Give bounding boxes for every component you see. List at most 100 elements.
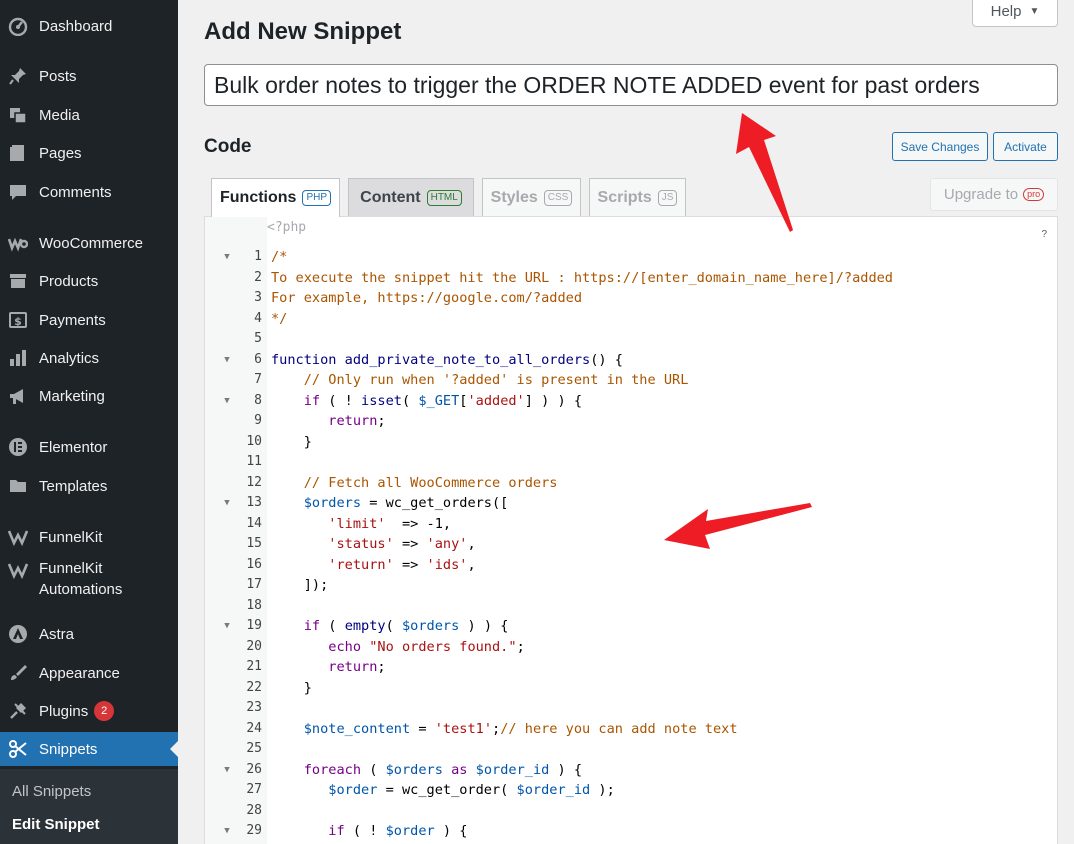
sidebar-item-templates[interactable]: Templates [0, 469, 178, 503]
save-changes-button[interactable]: Save Changes [892, 132, 988, 161]
sidebar-item-plugins[interactable]: Plugins 2 [0, 694, 178, 728]
sidebar-item-label: Analytics [39, 349, 100, 367]
code-text: // Only run when '?added' is present in … [271, 370, 689, 391]
code-text: if ( ! isset( $_GET['added'] ) ) { [271, 391, 582, 412]
submenu-all-snippets[interactable]: All Snippets [12, 783, 91, 800]
code-token: $order [385, 823, 435, 839]
fold-toggle-icon[interactable]: ▼ [221, 247, 233, 268]
help-label: Help [990, 3, 1022, 20]
code-line: 15 'status' => 'any', [205, 534, 1059, 555]
line-number: 9 [254, 413, 262, 428]
code-line: 3 For example, https://google.com/?added [205, 288, 1059, 309]
code-token: = wc_get_orders([ [361, 495, 509, 511]
code-line: 27 $order = wc_get_order( $order_id ); [205, 780, 1059, 801]
line-number: 13 [246, 495, 262, 510]
code-token: ( [361, 761, 386, 778]
fold-toggle-icon[interactable]: ▼ [221, 391, 233, 412]
code-token: = [410, 720, 435, 737]
upgrade-label: Upgrade to [943, 186, 1019, 203]
snippet-title-input[interactable] [204, 64, 1058, 106]
code-token: function [271, 351, 337, 368]
sidebar-item-posts[interactable]: Posts [0, 59, 178, 93]
code-token: // Only run when '?added' is present in … [303, 372, 689, 388]
fold-toggle-icon[interactable]: ▼ [221, 616, 233, 637]
line-number: 27 [246, 782, 262, 797]
upgrade-to-pro-button[interactable]: Upgrade to pro [930, 178, 1058, 211]
tab-content[interactable]: Content HTML [348, 178, 474, 216]
activate-button[interactable]: Activate [993, 132, 1058, 161]
code-text: // Fetch all WooCommerce orders [271, 473, 558, 494]
sidebar-item-appearance[interactable]: Appearance [0, 656, 178, 690]
code-token: 'added' [467, 392, 525, 409]
code-line: ▼ 19 if ( empty( $orders ) ) { [205, 616, 1059, 637]
code-line: 5 [205, 329, 1059, 350]
code-token: ) { [549, 761, 583, 778]
sidebar-item-analytics[interactable]: Analytics [0, 341, 178, 375]
line-number: 2 [254, 269, 262, 285]
fold-toggle-icon[interactable]: ▼ [221, 350, 233, 371]
sidebar-item-media[interactable]: Media [0, 98, 178, 132]
sidebar-item-snippets[interactable]: Snippets [0, 732, 178, 766]
comments-icon [8, 182, 28, 202]
code-token: $_GET [418, 392, 460, 409]
sidebar-item-comments[interactable]: Comments [0, 175, 178, 209]
code-line: 14 'limit' => -1, [205, 514, 1059, 535]
line-number: 10 [246, 433, 262, 449]
line-number: 6 [254, 351, 262, 367]
sidebar-item-pages[interactable]: Pages [0, 136, 178, 170]
sidebar-item-marketing[interactable]: Marketing [0, 379, 178, 413]
code-token: ( [385, 618, 402, 634]
code-editor[interactable]: <?php ? ▼ 1 /* 2 To execute the snippet hit … [204, 216, 1058, 844]
code-line: ▼ 8 if ( ! isset( $_GET['added'] ) ) { [205, 391, 1059, 412]
code-token: => [393, 556, 427, 573]
sidebar-item-label: Pages [39, 144, 82, 162]
tab-scripts[interactable]: Scripts JS [589, 178, 686, 216]
pro-badge: pro [1023, 188, 1045, 201]
sidebar-item-astra[interactable]: Astra [0, 617, 178, 651]
code-token: if [303, 618, 321, 634]
fold-toggle-icon[interactable]: ▼ [221, 493, 233, 514]
line-number: 21 [246, 659, 262, 674]
code-token: ); [590, 782, 615, 798]
tab-functions[interactable]: Functions PHP [211, 178, 340, 217]
sidebar-item-funnelkit-automations[interactable]: FunnelKit Automations [0, 558, 178, 602]
tab-styles[interactable]: Styles CSS [482, 178, 581, 216]
submenu-edit-snippet[interactable]: Edit Snippet [12, 816, 100, 833]
code-token: $note_content [303, 720, 411, 737]
code-token: add_private_note_to_all_orders [344, 351, 591, 368]
tab-tag: HTML [426, 189, 462, 206]
fold-toggle-icon[interactable]: ▼ [221, 760, 233, 781]
sidebar-item-dashboard[interactable]: Dashboard [0, 9, 178, 43]
media-icon [8, 105, 28, 125]
sidebar-item-label: WooCommerce [39, 234, 143, 252]
sidebar-item-woocommerce[interactable]: WooCommerce [0, 226, 178, 260]
sidebar-item-elementor[interactable]: Elementor [0, 430, 178, 464]
sidebar-item-payments[interactable]: $ Payments [0, 303, 178, 337]
code-line: 20 echo "No orders found."; [205, 637, 1059, 658]
sidebar-item-label: Products [39, 272, 99, 290]
line-number: 11 [246, 454, 262, 469]
code-token: $order_id [475, 761, 550, 778]
admin-sidebar: Dashboard Posts Media Pages Comments WooComme… [0, 0, 178, 844]
fold-toggle-icon[interactable]: ▼ [221, 821, 233, 842]
sidebar-item-funnelkit[interactable]: FunnelKit [0, 520, 178, 554]
code-text: } [271, 432, 312, 453]
code-text: return; [271, 657, 385, 678]
line-number: 4 [254, 310, 262, 326]
sidebar-item-products[interactable]: Products [0, 264, 178, 298]
update-count-badge: 2 [94, 701, 115, 721]
code-text: return; [271, 411, 385, 432]
editor-help-icon[interactable]: ? [1041, 229, 1047, 240]
line-number: 26 [246, 761, 262, 777]
code-line: 11 [205, 452, 1059, 473]
caret-down-icon: ▼ [1029, 6, 1040, 17]
sidebar-item-label: Appearance [39, 664, 120, 682]
code-token: echo [328, 638, 362, 655]
code-token: , [467, 556, 476, 573]
help-button[interactable]: Help ▼ [972, 0, 1058, 27]
